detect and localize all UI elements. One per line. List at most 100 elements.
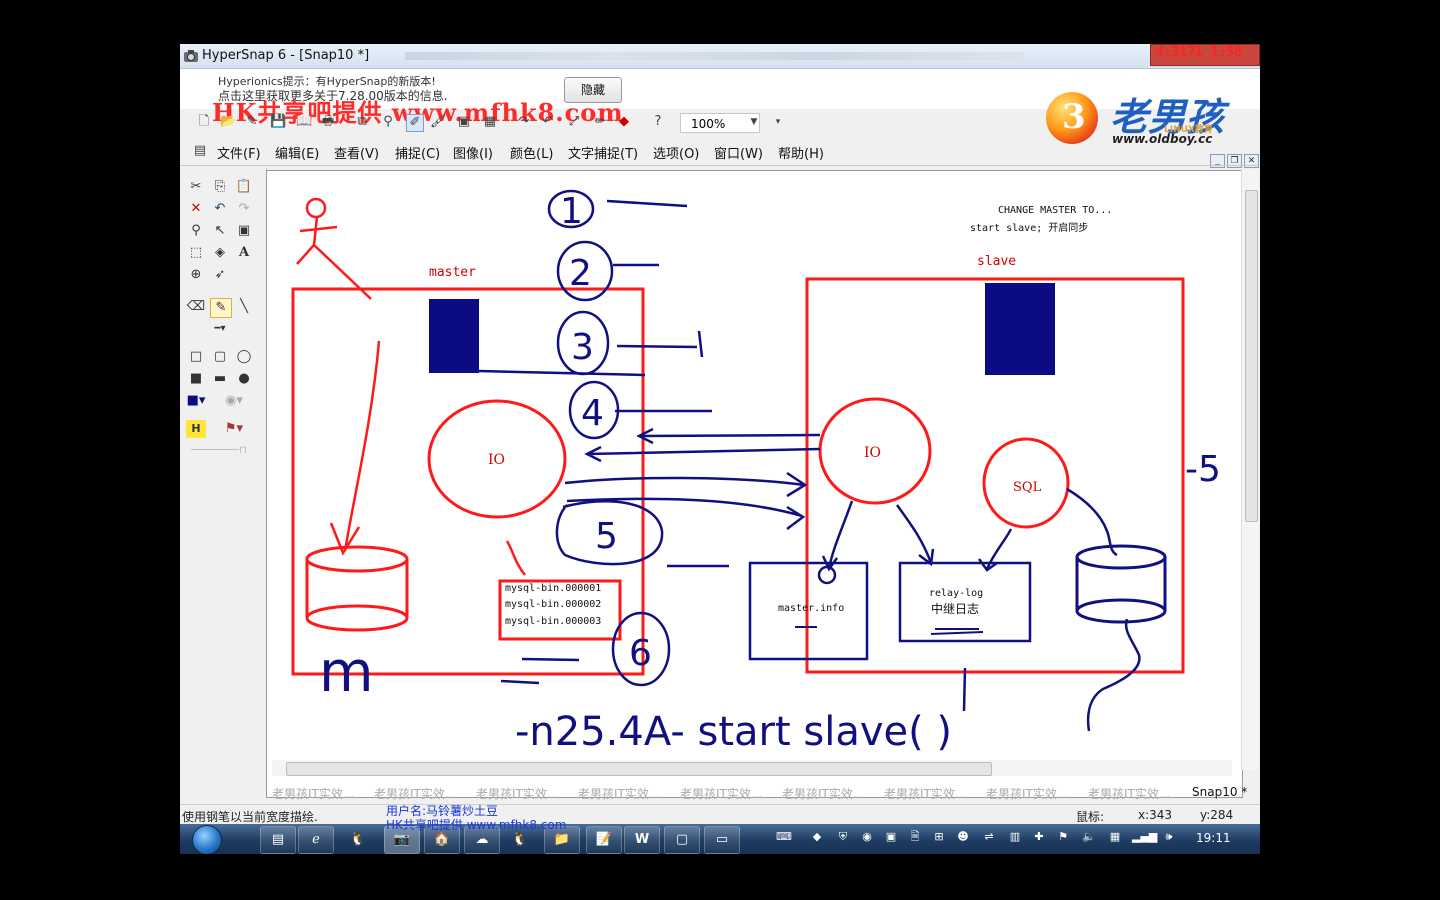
horizontal-scrollbar[interactable] bbox=[272, 760, 1232, 776]
pointer-icon[interactable]: ↖ bbox=[210, 222, 230, 240]
filled-rounded-rect-icon[interactable]: ▬ bbox=[210, 370, 230, 388]
region-icon[interactable]: ▣ bbox=[456, 114, 472, 130]
shield-icon[interactable]: ⛨ bbox=[836, 830, 850, 844]
drawing-canvas[interactable]: CHANGE MASTER TO... start slave; 开启同步 ma… bbox=[266, 170, 1243, 798]
redo-icon[interactable]: ↷ bbox=[234, 200, 254, 218]
signal-icon[interactable]: ▂▄▆ bbox=[1132, 830, 1157, 844]
rounded-rect-icon[interactable]: ▢ bbox=[210, 348, 230, 366]
draw-icon[interactable]: ✏ bbox=[592, 114, 608, 130]
doc-tab[interactable]: 老男孩IT实效... bbox=[272, 785, 354, 802]
capture-tool-icon[interactable]: ✐ bbox=[406, 114, 424, 132]
menu-color[interactable]: 颜色(L) bbox=[510, 143, 553, 162]
background-color-icon[interactable]: ◉▾ bbox=[224, 392, 244, 410]
print-icon[interactable]: 🖶 bbox=[320, 114, 336, 130]
line-width-icon[interactable]: ━▾ bbox=[210, 320, 230, 338]
usb-icon[interactable]: ⇌ bbox=[982, 830, 996, 844]
start-button[interactable] bbox=[188, 824, 226, 854]
menu-capture[interactable]: 捕捉(C) bbox=[395, 143, 440, 162]
tray-app-icon[interactable]: ◆ bbox=[810, 830, 824, 844]
new-file-icon[interactable]: 🗋 bbox=[196, 114, 212, 130]
zoom-tool-icon[interactable]: ⚲ bbox=[186, 222, 206, 240]
taskbar-notepad-icon[interactable]: 📝 bbox=[586, 826, 622, 854]
doc-tab[interactable]: 老男孩IT实效... bbox=[1088, 785, 1170, 802]
taskbar-app-1[interactable]: ▤ bbox=[260, 826, 296, 854]
menu-window[interactable]: 窗口(W) bbox=[714, 143, 763, 162]
taskbar-word-icon[interactable]: W bbox=[624, 826, 660, 854]
taskbar-ie-icon[interactable]: ℯ bbox=[298, 826, 334, 854]
crop-icon[interactable]: ▣ bbox=[234, 222, 254, 240]
fill-bucket-icon[interactable]: ◈ bbox=[210, 244, 230, 262]
menu-text-capture[interactable]: 文字捕捉(T) bbox=[568, 143, 638, 162]
taskbar-app-4[interactable]: ▭ bbox=[704, 826, 740, 854]
vertical-scroll-thumb[interactable] bbox=[1245, 190, 1258, 522]
menu-image[interactable]: 图像(I) bbox=[453, 143, 493, 162]
book-icon[interactable]: 📖 bbox=[296, 114, 312, 130]
grid-icon[interactable]: ▦ bbox=[482, 114, 498, 130]
document-icon[interactable]: ▤ bbox=[192, 143, 208, 159]
zoom-dropdown-icon[interactable]: ▼ bbox=[746, 114, 762, 130]
volume-icon[interactable]: 🔈 bbox=[1082, 830, 1096, 844]
text-tool-icon[interactable]: A bbox=[234, 244, 254, 262]
taskbar-clock[interactable]: 19:11 bbox=[1196, 831, 1231, 845]
keyboard-icon[interactable]: ⌨ bbox=[776, 830, 792, 844]
flag-icon[interactable]: ⚑ bbox=[1056, 830, 1070, 844]
menu-options[interactable]: 选项(O) bbox=[653, 143, 699, 162]
pen-tool-icon[interactable]: ✎ bbox=[210, 298, 232, 318]
tray-red-icon[interactable]: ◉ bbox=[860, 830, 874, 844]
menu-view[interactable]: 查看(V) bbox=[334, 143, 379, 162]
vertical-scrollbar[interactable] bbox=[1241, 170, 1259, 770]
taskbar-qq-icon[interactable]: 🐧 bbox=[340, 826, 376, 854]
toolbar-overflow-icon[interactable]: ▾ bbox=[770, 114, 786, 130]
doc-tab[interactable]: 老男孩IT实效... bbox=[782, 785, 864, 802]
highlight-icon[interactable]: H bbox=[186, 420, 206, 438]
menu-help[interactable]: 帮助(H) bbox=[778, 143, 824, 162]
open-folder-icon[interactable]: 📂 bbox=[220, 114, 236, 130]
select-rect-icon[interactable]: ⬚ bbox=[186, 244, 206, 262]
foreground-color-icon[interactable]: ■▾ bbox=[186, 392, 206, 410]
filled-ellipse-icon[interactable]: ● bbox=[234, 370, 254, 388]
display-icon[interactable]: ▦ bbox=[1108, 830, 1122, 844]
speaker-icon[interactable]: 🕪 bbox=[1162, 830, 1176, 844]
qq-tray-icon[interactable]: ☻ bbox=[956, 830, 970, 844]
ellipse-icon[interactable]: ◯ bbox=[234, 348, 254, 366]
filled-rect-icon[interactable]: ■ bbox=[186, 370, 206, 388]
eraser-icon[interactable]: ◆ bbox=[616, 114, 632, 130]
line-tool-icon[interactable]: ╲ bbox=[234, 298, 254, 316]
doc-tab[interactable]: 老男孩IT实效... bbox=[680, 785, 762, 802]
stamp-arrow-icon[interactable]: ➶ bbox=[210, 266, 230, 284]
undo-icon[interactable]: ↶ bbox=[210, 200, 230, 218]
edit-icon[interactable]: ✎ bbox=[244, 114, 260, 130]
cut-icon[interactable]: ✂ bbox=[186, 178, 206, 196]
magnify-tool-icon[interactable]: ⚲ bbox=[380, 114, 396, 130]
eraser-tool-icon[interactable]: ⌫ bbox=[186, 298, 206, 316]
active-doc-tab[interactable]: Snap10 * bbox=[1192, 785, 1247, 799]
doc-tab[interactable]: 老男孩IT实效... bbox=[986, 785, 1068, 802]
stamp-icon[interactable]: ⚑▾ bbox=[224, 420, 244, 438]
network-app-icon[interactable]: ⊞ bbox=[932, 830, 946, 844]
resize-icon[interactable]: ⤢ bbox=[566, 114, 582, 130]
menu-file[interactable]: 文件(F) bbox=[217, 143, 261, 162]
brush-icon[interactable]: 🖌 bbox=[430, 114, 447, 130]
color-picker-icon[interactable]: ⊕ bbox=[186, 266, 206, 284]
copy-image-icon[interactable]: ⧉ bbox=[354, 114, 370, 130]
doc-tab[interactable]: 老男孩IT实效... bbox=[476, 785, 558, 802]
horizontal-scroll-thumb[interactable] bbox=[286, 762, 992, 776]
delete-icon[interactable]: ✕ bbox=[186, 200, 206, 218]
rotate-left-icon[interactable]: ↶ bbox=[540, 114, 556, 130]
pdf-icon[interactable]: ▣ bbox=[884, 830, 898, 844]
rectangle-icon[interactable]: □ bbox=[186, 348, 206, 366]
doc-tab[interactable]: 老男孩IT实效... bbox=[374, 785, 456, 802]
doc-tab[interactable]: 老男孩IT实效... bbox=[578, 785, 660, 802]
title-bar[interactable]: HyperSnap 6 - [Snap10 *] 4:3171 1:58 bbox=[180, 44, 1260, 69]
device-icon[interactable]: ▥ bbox=[1008, 830, 1022, 844]
save-icon[interactable]: 💾 bbox=[270, 114, 286, 130]
size-slider[interactable]: ────────⊓ bbox=[186, 442, 252, 460]
doc-tab[interactable]: 老男孩IT实效... bbox=[884, 785, 966, 802]
taskbar-app-3[interactable]: ▢ bbox=[664, 826, 700, 854]
help-icon[interactable]: ? bbox=[650, 114, 666, 130]
menu-edit[interactable]: 编辑(E) bbox=[275, 143, 319, 162]
file-icon[interactable]: 🗎 bbox=[908, 830, 922, 844]
rotate-right-icon[interactable]: ↷ bbox=[516, 114, 532, 130]
copy-icon[interactable]: ⎘ bbox=[210, 178, 230, 196]
safety-icon[interactable]: ✚ bbox=[1032, 830, 1046, 844]
